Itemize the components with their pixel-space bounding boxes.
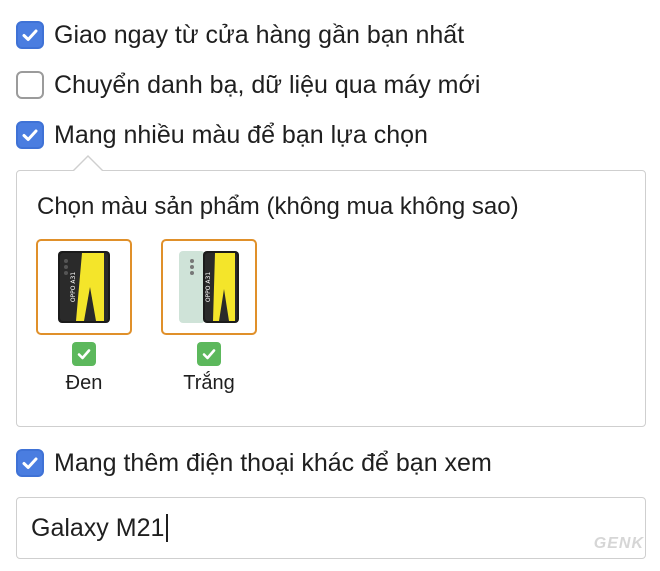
color-swatch-black[interactable]: OPPO A31 Đen	[36, 239, 132, 395]
color-swatch-white[interactable]: OPPO A31 Trắng	[161, 239, 257, 395]
color-selection-panel: Chọn màu sản phẩm (không mua không sao) …	[16, 170, 646, 427]
phone-image-white: OPPO A31	[179, 251, 239, 323]
checkbox-unchecked-icon[interactable]	[16, 71, 44, 99]
checkbox-checked-icon[interactable]	[16, 449, 44, 477]
option-label: Giao ngay từ cửa hàng gần bạn nhất	[54, 20, 465, 49]
phone-thumbnail-black[interactable]: OPPO A31	[36, 239, 132, 335]
checkbox-checked-icon[interactable]	[16, 21, 44, 49]
other-phone-input-value[interactable]: Galaxy M21	[31, 514, 164, 543]
option-transfer-data[interactable]: Chuyển danh bạ, dữ liệu qua máy mới	[16, 70, 480, 100]
phone-thumbnail-white[interactable]: OPPO A31	[161, 239, 257, 335]
phone-label: OPPO A31	[205, 272, 212, 303]
phone-label: OPPO A31	[70, 272, 77, 303]
option-show-other-phone[interactable]: Mang thêm điện thoại khác để bạn xem	[16, 448, 492, 478]
option-multiple-colors[interactable]: Mang nhiều màu để bạn lựa chọn	[16, 120, 428, 150]
option-label: Mang nhiều màu để bạn lựa chọn	[54, 120, 428, 149]
option-same-day-delivery[interactable]: Giao ngay từ cửa hàng gần bạn nhất	[16, 20, 464, 50]
swatch-label: Trắng	[183, 372, 235, 394]
option-label: Mang thêm điện thoại khác để bạn xem	[54, 448, 492, 477]
swatch-label: Đen	[65, 372, 103, 394]
checkbox-checked-icon[interactable]	[16, 121, 44, 149]
option-label: Chuyển danh bạ, dữ liệu qua máy mới	[54, 70, 481, 99]
panel-pointer-fill	[73, 157, 103, 172]
selected-check-icon	[197, 342, 221, 366]
phone-image-black: OPPO A31	[58, 251, 110, 323]
panel-title: Chọn màu sản phẩm (không mua không sao)	[37, 193, 519, 220]
text-cursor	[166, 514, 169, 542]
watermark-logo: GENK	[593, 535, 644, 552]
other-phone-input[interactable]: Galaxy M21	[16, 497, 646, 559]
selected-check-icon	[72, 342, 96, 366]
